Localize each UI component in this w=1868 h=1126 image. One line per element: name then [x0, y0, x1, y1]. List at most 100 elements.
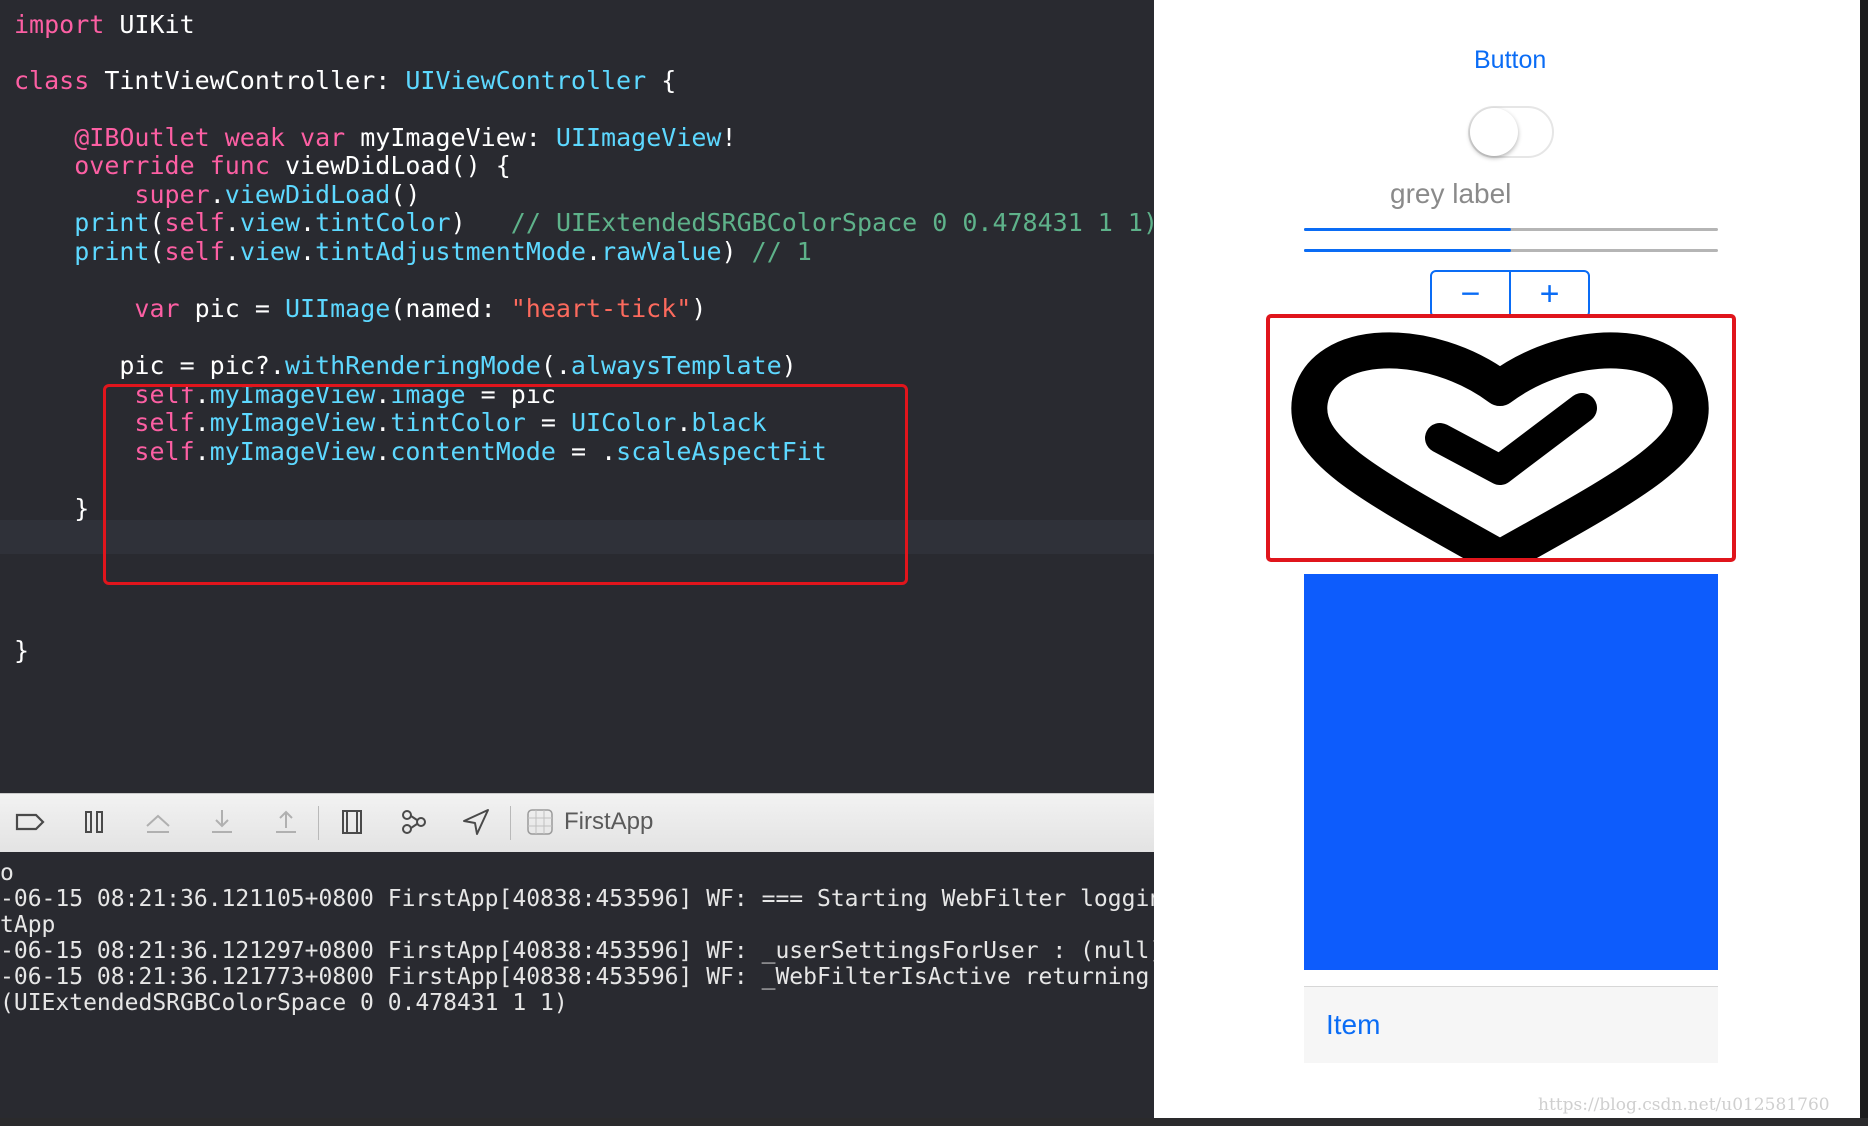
toggle-switch[interactable] — [1468, 106, 1554, 158]
stepper-plus-button[interactable]: + — [1511, 272, 1588, 316]
heart-tick-icon — [1291, 332, 1709, 576]
code-token: override — [74, 151, 195, 180]
code-token: . — [586, 237, 602, 266]
code-token: (named: — [390, 294, 511, 323]
code-token: } — [14, 494, 90, 523]
code-token: . — [300, 208, 316, 237]
code-token: class — [14, 66, 90, 95]
code-line: print(self.view.tintAdjustmentMode.rawVa… — [14, 235, 1154, 269]
code-token: TintViewController: — [89, 66, 406, 95]
code-token: myImageView: — [345, 123, 556, 152]
console-line: tApp — [0, 912, 56, 938]
code-token: withRenderingMode — [284, 351, 541, 380]
debug-console[interactable]: o -06-15 08:21:36.121105+0800 FirstApp[4… — [0, 852, 1154, 1126]
console-line: o — [0, 860, 14, 886]
progress-fill — [1304, 249, 1511, 252]
code-token: @IBOutlet — [74, 123, 210, 152]
grey-label: grey label — [1390, 178, 1512, 209]
code-editor[interactable]: import UIKit class TintViewController: UI… — [0, 0, 1154, 793]
code-token: var — [300, 123, 346, 152]
location-icon[interactable] — [458, 804, 494, 840]
tab-item[interactable]: Item — [1326, 1009, 1380, 1041]
code-token: ) — [721, 237, 752, 266]
code-token: // 1 — [751, 237, 812, 266]
code-token: } — [14, 636, 30, 665]
code-token: ( — [149, 208, 165, 237]
code-token: rawValue — [601, 237, 722, 266]
code-token: alwaysTemplate — [570, 351, 782, 380]
code-token: ) — [691, 294, 707, 323]
annotation-red-box — [103, 384, 908, 585]
tab-bar: Item — [1304, 986, 1718, 1063]
debug-toolbar: FirstApp — [0, 793, 1154, 853]
progress-bar-2 — [1304, 249, 1718, 252]
code-token: viewDidLoad() { — [269, 151, 511, 180]
code-line: import UIKit — [14, 8, 1154, 42]
code-token: { — [646, 66, 677, 95]
switch-knob — [1470, 108, 1518, 156]
stepper-minus-button[interactable]: − — [1432, 272, 1509, 316]
bottom-strip — [0, 1118, 1868, 1126]
hide-debug-area-icon[interactable] — [12, 804, 48, 840]
code-line: var pic = UIImage(named: "heart-tick") — [14, 292, 1154, 326]
code-token: pic = pic?. — [14, 351, 285, 380]
code-token: . — [224, 208, 240, 237]
view-hierarchy-icon[interactable] — [334, 804, 370, 840]
code-token: print — [74, 208, 150, 237]
console-line: (UIExtendedSRGBColorSpace 0 0.478431 1 1… — [0, 990, 568, 1016]
code-token: self — [164, 208, 225, 237]
code-token: tintColor — [315, 208, 451, 237]
code-token: . — [224, 237, 240, 266]
code-token: self — [164, 237, 225, 266]
pause-icon[interactable] — [76, 804, 112, 840]
step-over-icon[interactable] — [140, 804, 176, 840]
code-token: ! — [721, 123, 737, 152]
code-token: ( — [149, 237, 165, 266]
code-token: func — [209, 151, 270, 180]
code-token: super — [134, 180, 210, 209]
toolbar-separator — [318, 806, 319, 840]
button[interactable]: Button — [1474, 46, 1546, 75]
code-token: view — [239, 208, 301, 237]
heart-image-view — [1266, 314, 1736, 576]
code-token: import — [14, 10, 105, 39]
progress-fill — [1304, 228, 1511, 231]
code-line: class TintViewController: UIViewControll… — [14, 64, 1154, 98]
code-token: // UIExtendedSRGBColorSpace 0 0.478431 1… — [510, 208, 1154, 237]
code-token: tintAdjustmentMode — [315, 237, 587, 266]
step-into-icon[interactable] — [204, 804, 240, 840]
simulator-edge — [1860, 0, 1868, 1126]
toolbar-separator — [510, 806, 511, 840]
blue-view — [1304, 574, 1718, 970]
code-token: var — [134, 294, 180, 323]
simulator-screen: Button grey label − + Item — [1154, 0, 1868, 1126]
code-token: ) — [781, 351, 797, 380]
code-token: UIKit — [104, 10, 195, 39]
code-token: print — [74, 237, 150, 266]
code-token: viewDidLoad — [224, 180, 391, 209]
memory-graph-icon[interactable] — [396, 804, 432, 840]
stepper[interactable]: − + — [1430, 270, 1590, 318]
code-token: (. — [540, 351, 571, 380]
app-scheme-icon[interactable] — [522, 804, 558, 840]
code-token: UIImageView — [555, 123, 722, 152]
code-token: ) — [450, 208, 511, 237]
progress-bar-1 — [1304, 228, 1718, 231]
code-token: "heart-tick" — [510, 294, 692, 323]
code-token: UIViewController — [405, 66, 647, 95]
scheme-name[interactable]: FirstApp — [564, 808, 653, 836]
code-token: . — [300, 237, 316, 266]
code-token: () — [390, 180, 421, 209]
step-out-icon[interactable] — [268, 804, 304, 840]
code-line: } — [14, 634, 1154, 668]
console-line: -06-15 08:21:36.121105+0800 FirstApp[408… — [0, 886, 1154, 912]
